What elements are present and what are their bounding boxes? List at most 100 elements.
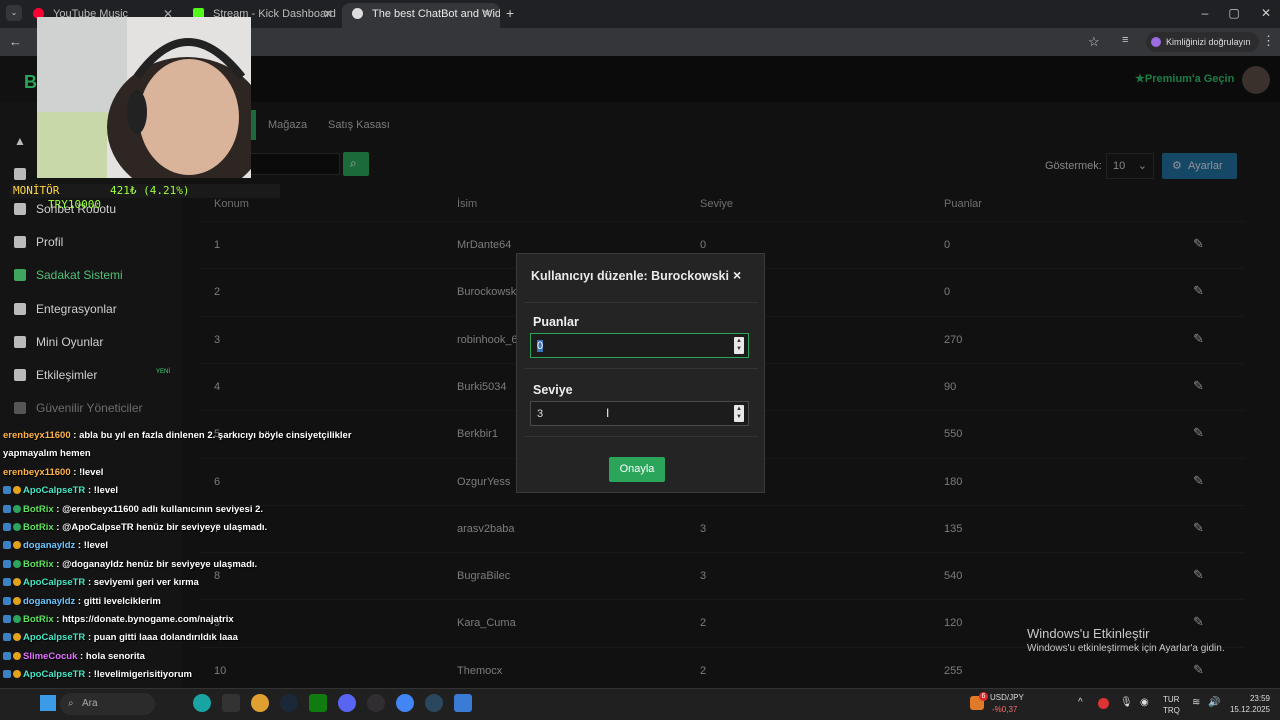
close-window-icon[interactable]: ✕ <box>1250 3 1280 23</box>
sidebar-item-integrations[interactable]: Entegrasyonlar <box>14 298 179 320</box>
text-cursor-icon: I <box>606 406 610 420</box>
microphone-icon[interactable]: 🎙 <box>1120 697 1133 708</box>
gamepad-icon <box>14 336 26 348</box>
chat-badge-icon <box>13 670 21 678</box>
warning-icon: ▲ <box>14 134 26 148</box>
chat-badge-icon <box>13 633 21 641</box>
chat-text: : seviyemi geri ver kırma <box>87 577 199 588</box>
points-label: Puanlar <box>533 315 579 329</box>
chat-badge-icon <box>13 560 21 568</box>
volume-icon[interactable]: 🔊 <box>1208 697 1220 708</box>
chrome-icon[interactable] <box>251 694 269 712</box>
sidebar-item-trusted-managers[interactable]: Güvenilir Yöneticiler <box>14 397 179 419</box>
media-controls-icon[interactable]: ≡ <box>1122 34 1128 46</box>
points-stepper[interactable]: ▲ ▼ <box>734 337 744 354</box>
browser-menu-icon[interactable]: ⋮ <box>1262 33 1275 49</box>
chat-text: yapmayalım hemen <box>3 448 91 459</box>
chat-badge-icon <box>13 505 21 513</box>
chat-username[interactable]: BotRix <box>23 522 54 533</box>
chat-message: ApoCalpseTR : seviyemi geri ver kırma <box>3 577 199 588</box>
taskbar <box>0 688 1280 720</box>
webcam-overlay <box>37 17 251 178</box>
clock[interactable]: 23:59 15.12.2025 <box>1228 693 1270 715</box>
close-tab-icon[interactable]: ✕ <box>482 3 492 25</box>
chat-username[interactable]: ApoCalpseTR <box>23 632 85 643</box>
chat-username[interactable]: ApoCalpseTR <box>23 577 85 588</box>
steam-2-icon[interactable] <box>425 694 443 712</box>
chat-text: : hola senorita <box>80 651 145 662</box>
chat-message: erenbeyx11600 : abla bu yıl en fazla din… <box>3 430 352 441</box>
chat-badge-icon <box>3 615 11 623</box>
edge-icon[interactable] <box>193 694 211 712</box>
level-stepper[interactable]: ▲ ▼ <box>734 405 744 422</box>
sidebar-item-interactions[interactable]: Etkileşimler YENİ <box>14 364 179 386</box>
chat-badge-icon <box>3 505 11 513</box>
sidebar-item-loyalty[interactable]: Sadakat Sistemi <box>14 264 179 286</box>
obs-icon[interactable] <box>367 694 385 712</box>
sidebar-item-profile[interactable]: Profil <box>14 231 179 253</box>
bookmark-star-icon[interactable]: ☆ <box>1088 34 1100 50</box>
taskbar-search[interactable]: ⌕ Ara <box>60 693 155 715</box>
chat-username[interactable]: BotRix <box>23 614 54 625</box>
chrome-active-icon[interactable] <box>396 694 414 712</box>
level-input[interactable]: 3 ▲ ▼ <box>530 401 749 426</box>
tray-chevron-icon[interactable]: ^ <box>1078 697 1083 708</box>
chat-message: BotRix : @ApoCalpseTR henüz bir seviyeye… <box>3 522 267 533</box>
chat-badge-icon <box>3 541 11 549</box>
chat-text: : !levelimigerisitiyorum <box>87 669 192 680</box>
chat-username[interactable]: ApoCalpseTR <box>23 669 85 680</box>
tab-list-dropdown-icon[interactable]: ⌄ <box>6 5 22 21</box>
chat-username[interactable]: erenbeyx11600 <box>3 467 71 478</box>
chat-message: doganayldz : !level <box>3 540 108 551</box>
chat-badge-icon <box>3 560 11 568</box>
notepad-icon[interactable] <box>454 694 472 712</box>
chat-message: BotRix : @doganayldz henüz bir seviyeye … <box>3 559 257 570</box>
wifi-icon[interactable]: ≋ <box>1192 697 1200 708</box>
level-label: Seviye <box>533 383 573 397</box>
sidebar-item-minigames[interactable]: Mini Oyunlar <box>14 331 179 353</box>
chat-text: : @erenbeyx11600 adlı kullanıcının seviy… <box>56 504 264 515</box>
chat-username[interactable]: doganayldz <box>23 596 75 607</box>
close-tab-icon[interactable]: ✕ <box>323 3 333 25</box>
language-indicator[interactable]: TUR TRQ <box>1163 694 1180 716</box>
chat-badge-icon <box>13 486 21 494</box>
chat-message: erenbeyx11600 : !level <box>3 467 103 478</box>
new-tab-icon[interactable]: + <box>506 5 514 21</box>
shield-icon <box>14 402 26 414</box>
chat-message: ApoCalpseTR : !levelimigerisitiyorum <box>3 669 192 680</box>
steam-icon[interactable] <box>280 694 298 712</box>
logo-icon[interactable]: B <box>24 72 37 93</box>
puzzle-icon <box>14 303 26 315</box>
botrix-icon <box>352 8 363 19</box>
chat-username[interactable]: BotRix <box>23 559 54 570</box>
windows-start-icon[interactable] <box>40 695 56 711</box>
discord-icon[interactable] <box>338 694 356 712</box>
maximize-icon[interactable]: ▢ <box>1218 3 1250 23</box>
chat-username[interactable]: doganayldz <box>23 540 75 551</box>
chat-message: doganayldz : gitti levelciklerim <box>3 596 161 607</box>
chat-badge-icon <box>13 523 21 531</box>
security-icon[interactable] <box>1098 698 1109 709</box>
chat-badge-icon <box>3 597 11 605</box>
fx-widget[interactable]: 6 USD/JPY -%0,37 <box>970 692 1030 718</box>
dashboard-icon <box>14 168 26 180</box>
chat-message: ApoCalpseTR : !level <box>3 485 118 496</box>
chat-username[interactable]: BotRix <box>23 504 54 515</box>
xbox-icon[interactable] <box>309 694 327 712</box>
divider <box>524 436 758 437</box>
close-icon[interactable]: × <box>733 267 741 283</box>
chat-badge-icon <box>13 615 21 623</box>
confirm-button[interactable]: Onayla <box>609 457 665 482</box>
tab-chatbot[interactable]: The best ChatBot and Widgets ✕ <box>342 3 500 28</box>
network-icon[interactable]: ◉ <box>1140 697 1149 708</box>
epic-games-icon[interactable] <box>222 694 240 712</box>
windows-activation-notice: Windows'u Etkinleştir Windows'u etkinleş… <box>1027 626 1225 654</box>
points-input[interactable]: 0 ▲ ▼ <box>530 333 749 358</box>
chat-username[interactable]: erenbeyx11600 <box>3 430 71 441</box>
verify-identity-button[interactable]: Kimliğinizi doğrulayın <box>1146 32 1259 52</box>
minimize-icon[interactable]: – <box>1189 3 1221 23</box>
chat-username[interactable]: SlimeCocuk <box>23 651 77 662</box>
chat-text: : !level <box>73 467 104 478</box>
chat-username[interactable]: ApoCalpseTR <box>23 485 85 496</box>
back-icon[interactable]: ← <box>9 34 22 49</box>
